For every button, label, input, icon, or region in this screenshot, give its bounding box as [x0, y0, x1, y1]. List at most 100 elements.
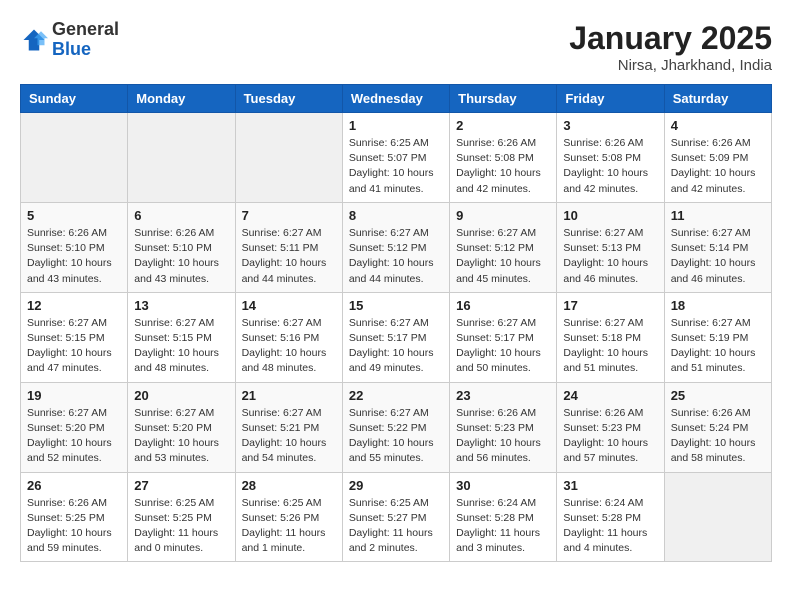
calendar-cell: 23 Sunrise: 6:26 AM Sunset: 5:23 PM Dayli…: [450, 382, 557, 472]
day-info: Sunrise: 6:25 AM Sunset: 5:07 PM Dayligh…: [349, 136, 443, 197]
day-number: 4: [671, 118, 765, 133]
day-info: Sunrise: 6:27 AM Sunset: 5:11 PM Dayligh…: [242, 226, 336, 287]
day-number: 13: [134, 298, 228, 313]
calendar-cell: 19 Sunrise: 6:27 AM Sunset: 5:20 PM Dayli…: [21, 382, 128, 472]
day-info: Sunrise: 6:24 AM Sunset: 5:28 PM Dayligh…: [456, 496, 550, 557]
calendar-cell: 15Sunrise: 6:27 AM Sunset: 5:17 PM Dayli…: [342, 292, 449, 382]
day-header-tuesday: Tuesday: [235, 85, 342, 113]
calendar-cell: 16 Sunrise: 6:27 AM Sunset: 5:17 PM Dayli…: [450, 292, 557, 382]
logo-icon: [20, 26, 48, 54]
logo-general-text: General: [52, 19, 119, 39]
day-number: 15: [349, 298, 443, 313]
day-number: 9: [456, 208, 550, 223]
calendar-cell: 26Sunrise: 6:26 AM Sunset: 5:25 PM Dayli…: [21, 472, 128, 562]
day-number: 12: [27, 298, 121, 313]
page-header: General Blue January 2025 Nirsa, Jharkha…: [20, 20, 772, 74]
month-title: January 2025: [569, 20, 772, 57]
calendar-cell: 8 Sunrise: 6:27 AM Sunset: 5:12 PM Daylig…: [342, 202, 449, 292]
day-info: Sunrise: 6:27 AM Sunset: 5:15 PM Dayligh…: [27, 316, 121, 377]
day-header-wednesday: Wednesday: [342, 85, 449, 113]
calendar-cell: 6 Sunrise: 6:26 AM Sunset: 5:10 PM Daylig…: [128, 202, 235, 292]
day-number: 29: [349, 478, 443, 493]
day-info: Sunrise: 6:25 AM Sunset: 5:25 PM Dayligh…: [134, 496, 228, 557]
calendar-cell: 28 Sunrise: 6:25 AM Sunset: 5:26 PM Dayli…: [235, 472, 342, 562]
calendar-cell: 29 Sunrise: 6:25 AM Sunset: 5:27 PM Dayli…: [342, 472, 449, 562]
day-number: 14: [242, 298, 336, 313]
day-info: Sunrise: 6:26 AM Sunset: 5:09 PM Dayligh…: [671, 136, 765, 197]
calendar-cell: 25 Sunrise: 6:26 AM Sunset: 5:24 PM Dayli…: [664, 382, 771, 472]
day-number: 24: [563, 388, 657, 403]
day-number: 21: [242, 388, 336, 403]
calendar-cell: 30 Sunrise: 6:24 AM Sunset: 5:28 PM Dayli…: [450, 472, 557, 562]
day-number: 3: [563, 118, 657, 133]
day-number: 16: [456, 298, 550, 313]
location-subtitle: Nirsa, Jharkhand, India: [569, 57, 772, 74]
calendar-cell: [21, 113, 128, 203]
day-info: Sunrise: 6:27 AM Sunset: 5:20 PM Dayligh…: [27, 406, 121, 467]
day-info: Sunrise: 6:27 AM Sunset: 5:18 PM Dayligh…: [563, 316, 657, 377]
calendar-cell: 14 Sunrise: 6:27 AM Sunset: 5:16 PM Dayli…: [235, 292, 342, 382]
title-block: January 2025 Nirsa, Jharkhand, India: [569, 20, 772, 74]
calendar-cell: 1 Sunrise: 6:25 AM Sunset: 5:07 PM Daylig…: [342, 113, 449, 203]
day-number: 2: [456, 118, 550, 133]
day-number: 11: [671, 208, 765, 223]
day-info: Sunrise: 6:25 AM Sunset: 5:26 PM Dayligh…: [242, 496, 336, 557]
calendar-cell: 20Sunrise: 6:27 AM Sunset: 5:20 PM Dayli…: [128, 382, 235, 472]
day-header-sunday: Sunday: [21, 85, 128, 113]
day-info: Sunrise: 6:26 AM Sunset: 5:10 PM Dayligh…: [27, 226, 121, 287]
day-number: 1: [349, 118, 443, 133]
day-info: Sunrise: 6:26 AM Sunset: 5:23 PM Dayligh…: [563, 406, 657, 467]
calendar-cell: 5Sunrise: 6:26 AM Sunset: 5:10 PM Daylig…: [21, 202, 128, 292]
calendar-cell: 10Sunrise: 6:27 AM Sunset: 5:13 PM Dayli…: [557, 202, 664, 292]
logo-blue-text: Blue: [52, 39, 91, 59]
day-header-monday: Monday: [128, 85, 235, 113]
day-info: Sunrise: 6:26 AM Sunset: 5:23 PM Dayligh…: [456, 406, 550, 467]
calendar-cell: [235, 113, 342, 203]
day-number: 6: [134, 208, 228, 223]
day-number: 22: [349, 388, 443, 403]
calendar-cell: 21Sunrise: 6:27 AM Sunset: 5:21 PM Dayli…: [235, 382, 342, 472]
day-number: 27: [134, 478, 228, 493]
calendar-cell: 24 Sunrise: 6:26 AM Sunset: 5:23 PM Dayli…: [557, 382, 664, 472]
day-number: 23: [456, 388, 550, 403]
day-number: 26: [27, 478, 121, 493]
calendar-cell: 27 Sunrise: 6:25 AM Sunset: 5:25 PM Dayli…: [128, 472, 235, 562]
calendar-week-3: 12 Sunrise: 6:27 AM Sunset: 5:15 PM Dayli…: [21, 292, 772, 382]
day-info: Sunrise: 6:25 AM Sunset: 5:27 PM Dayligh…: [349, 496, 443, 557]
calendar-week-5: 26Sunrise: 6:26 AM Sunset: 5:25 PM Dayli…: [21, 472, 772, 562]
day-info: Sunrise: 6:27 AM Sunset: 5:15 PM Dayligh…: [134, 316, 228, 377]
day-number: 30: [456, 478, 550, 493]
day-info: Sunrise: 6:26 AM Sunset: 5:10 PM Dayligh…: [134, 226, 228, 287]
day-header-thursday: Thursday: [450, 85, 557, 113]
day-number: 8: [349, 208, 443, 223]
calendar-header-row: SundayMondayTuesdayWednesdayThursdayFrid…: [21, 85, 772, 113]
calendar-cell: 7Sunrise: 6:27 AM Sunset: 5:11 PM Daylig…: [235, 202, 342, 292]
calendar-cell: 22 Sunrise: 6:27 AM Sunset: 5:22 PM Dayli…: [342, 382, 449, 472]
calendar-cell: 9 Sunrise: 6:27 AM Sunset: 5:12 PM Daylig…: [450, 202, 557, 292]
day-info: Sunrise: 6:26 AM Sunset: 5:24 PM Dayligh…: [671, 406, 765, 467]
day-header-friday: Friday: [557, 85, 664, 113]
calendar-cell: [664, 472, 771, 562]
day-info: Sunrise: 6:24 AM Sunset: 5:28 PM Dayligh…: [563, 496, 657, 557]
day-info: Sunrise: 6:27 AM Sunset: 5:12 PM Dayligh…: [456, 226, 550, 287]
day-info: Sunrise: 6:27 AM Sunset: 5:17 PM Dayligh…: [456, 316, 550, 377]
day-info: Sunrise: 6:27 AM Sunset: 5:22 PM Dayligh…: [349, 406, 443, 467]
day-number: 31: [563, 478, 657, 493]
day-info: Sunrise: 6:27 AM Sunset: 5:12 PM Dayligh…: [349, 226, 443, 287]
day-number: 25: [671, 388, 765, 403]
day-number: 28: [242, 478, 336, 493]
day-info: Sunrise: 6:27 AM Sunset: 5:19 PM Dayligh…: [671, 316, 765, 377]
day-info: Sunrise: 6:27 AM Sunset: 5:13 PM Dayligh…: [563, 226, 657, 287]
day-number: 18: [671, 298, 765, 313]
day-info: Sunrise: 6:26 AM Sunset: 5:08 PM Dayligh…: [456, 136, 550, 197]
calendar-cell: 2 Sunrise: 6:26 AM Sunset: 5:08 PM Daylig…: [450, 113, 557, 203]
day-info: Sunrise: 6:27 AM Sunset: 5:14 PM Dayligh…: [671, 226, 765, 287]
logo: General Blue: [20, 20, 119, 60]
day-number: 19: [27, 388, 121, 403]
calendar-cell: 17Sunrise: 6:27 AM Sunset: 5:18 PM Dayli…: [557, 292, 664, 382]
day-header-saturday: Saturday: [664, 85, 771, 113]
day-info: Sunrise: 6:27 AM Sunset: 5:16 PM Dayligh…: [242, 316, 336, 377]
calendar-table: SundayMondayTuesdayWednesdayThursdayFrid…: [20, 84, 772, 562]
calendar-cell: [128, 113, 235, 203]
calendar-cell: 11 Sunrise: 6:27 AM Sunset: 5:14 PM Dayli…: [664, 202, 771, 292]
